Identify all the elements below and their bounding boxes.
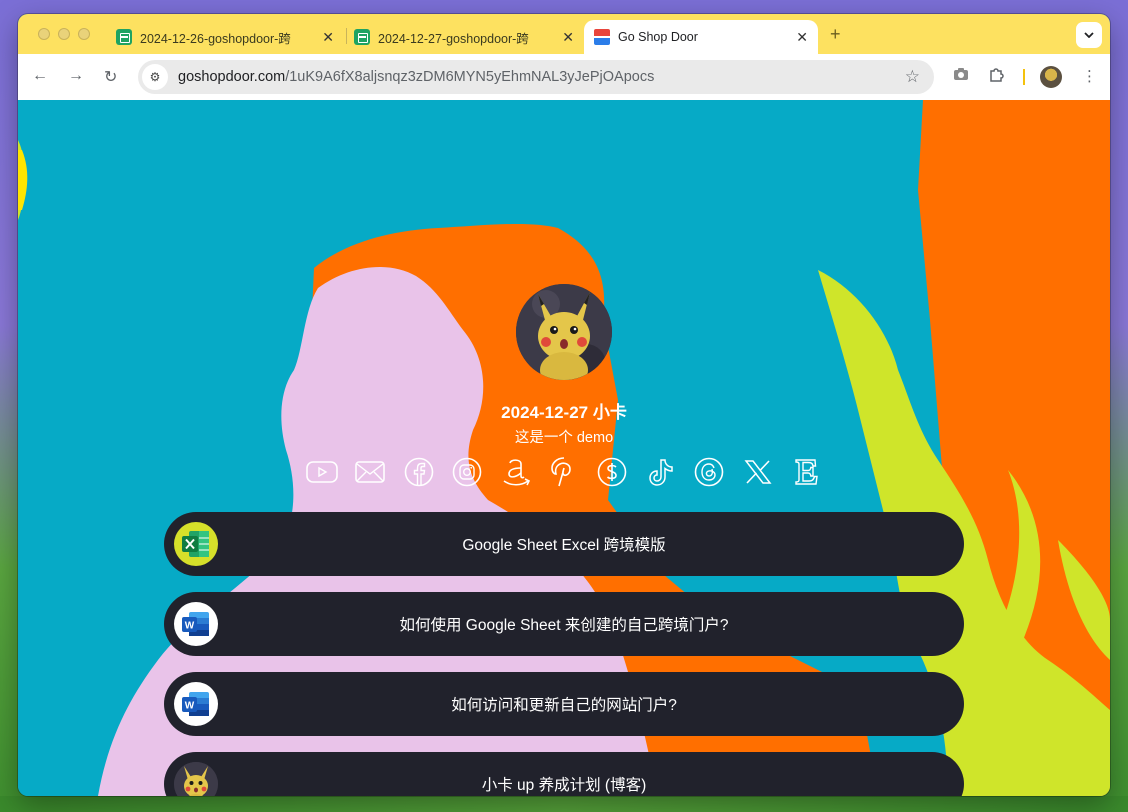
excel-icon — [174, 522, 218, 566]
desktop-background — [0, 796, 1128, 812]
amazon-icon[interactable] — [500, 456, 532, 488]
url-domain: goshopdoor.com — [178, 69, 286, 85]
reload-button[interactable]: ↻ — [104, 67, 117, 87]
close-tab-icon[interactable]: ✕ — [562, 29, 574, 46]
close-window-button[interactable] — [38, 28, 50, 40]
cashapp-icon[interactable] — [596, 456, 628, 488]
extensions-icon[interactable] — [988, 67, 1004, 87]
facebook-icon[interactable] — [403, 456, 435, 488]
address-bar[interactable]: ⚙ goshopdoor.com/1uK9A6fX8aljsnqz3zDM6MY… — [138, 60, 934, 94]
threads-icon[interactable] — [693, 456, 725, 488]
browser-toolbar: ← → ↻ ⚙ goshopdoor.com/1uK9A6fX8aljsnqz3… — [18, 54, 1110, 100]
site-settings-icon[interactable]: ⚙ — [142, 64, 168, 90]
page-content: 2024-12-27 小卡 这是一个 demo Google Sheet Exc… — [18, 100, 1110, 796]
tiktok-icon[interactable] — [645, 456, 677, 488]
link-google-sheet-template[interactable]: Google Sheet Excel 跨境模版 — [164, 512, 964, 576]
link-label: 如何使用 Google Sheet 来创建的自己跨境门户? — [399, 617, 729, 634]
tab-title: Go Shop Door — [618, 30, 698, 44]
link-label: 如何访问和更新自己的网站门户? — [451, 697, 677, 714]
close-tab-icon[interactable]: ✕ — [796, 29, 808, 46]
tab-separator — [346, 28, 347, 44]
tab-title: 2024-12-27-goshopdoor-跨 — [378, 31, 529, 46]
pikachu-avatar — [174, 762, 218, 796]
menu-icon[interactable]: ⋮ — [1082, 67, 1097, 85]
tab-go-shop-door[interactable]: Go Shop Door ✕ — [584, 20, 818, 54]
link-how-to-use-google-sheet[interactable]: W 如何使用 Google Sheet 来创建的自己跨境门户? — [164, 592, 964, 656]
email-icon[interactable] — [354, 456, 386, 488]
google-sheets-icon — [354, 29, 370, 45]
new-tab-button[interactable]: + — [830, 24, 841, 45]
store-icon — [594, 29, 610, 45]
toolbar-divider — [1023, 69, 1025, 85]
profile-avatar-image — [516, 284, 612, 380]
tab-sheet-1226[interactable]: 2024-12-26-goshopdoor-跨 ✕ — [116, 20, 344, 54]
word-icon: W — [174, 602, 218, 646]
instagram-icon[interactable] — [451, 456, 483, 488]
link-blog[interactable]: 小卡 up 养成计划 (博客) — [164, 752, 964, 796]
link-how-to-update-portal[interactable]: W 如何访问和更新自己的网站门户? — [164, 672, 964, 736]
window-controls — [38, 28, 90, 40]
link-label: Google Sheet Excel 跨境模版 — [462, 537, 666, 554]
close-tab-icon[interactable]: ✕ — [322, 29, 334, 46]
minimize-window-button[interactable] — [58, 28, 70, 40]
browser-window: 2024-12-26-goshopdoor-跨 ✕ 2024-12-27-gos… — [18, 14, 1110, 796]
camera-icon[interactable] — [953, 67, 969, 85]
tab-search-button[interactable] — [1076, 22, 1102, 48]
bookmark-star-icon[interactable]: ☆ — [905, 67, 920, 87]
profile-avatar[interactable] — [1040, 66, 1062, 88]
back-button[interactable]: ← — [32, 67, 48, 85]
forward-button[interactable]: → — [68, 67, 84, 85]
url-text[interactable]: goshopdoor.com/1uK9A6fX8aljsnqz3zDM6MYN5… — [178, 69, 654, 85]
tab-title: 2024-12-26-goshopdoor-跨 — [140, 31, 291, 46]
profile-name: 2024-12-27 小卡 — [501, 403, 627, 422]
link-label: 小卡 up 养成计划 (博客) — [481, 777, 647, 794]
profile-bio: 这是一个 demo — [514, 430, 614, 446]
chevron-down-icon — [1084, 32, 1094, 38]
svg-text:W: W — [185, 621, 195, 632]
etsy-icon[interactable] — [790, 456, 822, 488]
tab-sheet-1227[interactable]: 2024-12-27-goshopdoor-跨 ✕ — [354, 20, 584, 54]
social-links — [306, 456, 822, 488]
youtube-icon[interactable] — [306, 456, 338, 488]
word-icon: W — [174, 682, 218, 726]
x-icon[interactable] — [742, 456, 774, 488]
google-sheets-icon — [116, 29, 132, 45]
svg-text:W: W — [185, 701, 195, 712]
link-list: Google Sheet Excel 跨境模版 W 如何使用 Google Sh… — [164, 512, 964, 796]
url-path: /1uK9A6fX8aljsnqz3zDM6MYN5yEhmNAL3yJePjO… — [285, 69, 655, 85]
pinterest-icon[interactable] — [548, 456, 580, 488]
zoom-window-button[interactable] — [78, 28, 90, 40]
tab-strip: 2024-12-26-goshopdoor-跨 ✕ 2024-12-27-gos… — [18, 14, 1110, 54]
